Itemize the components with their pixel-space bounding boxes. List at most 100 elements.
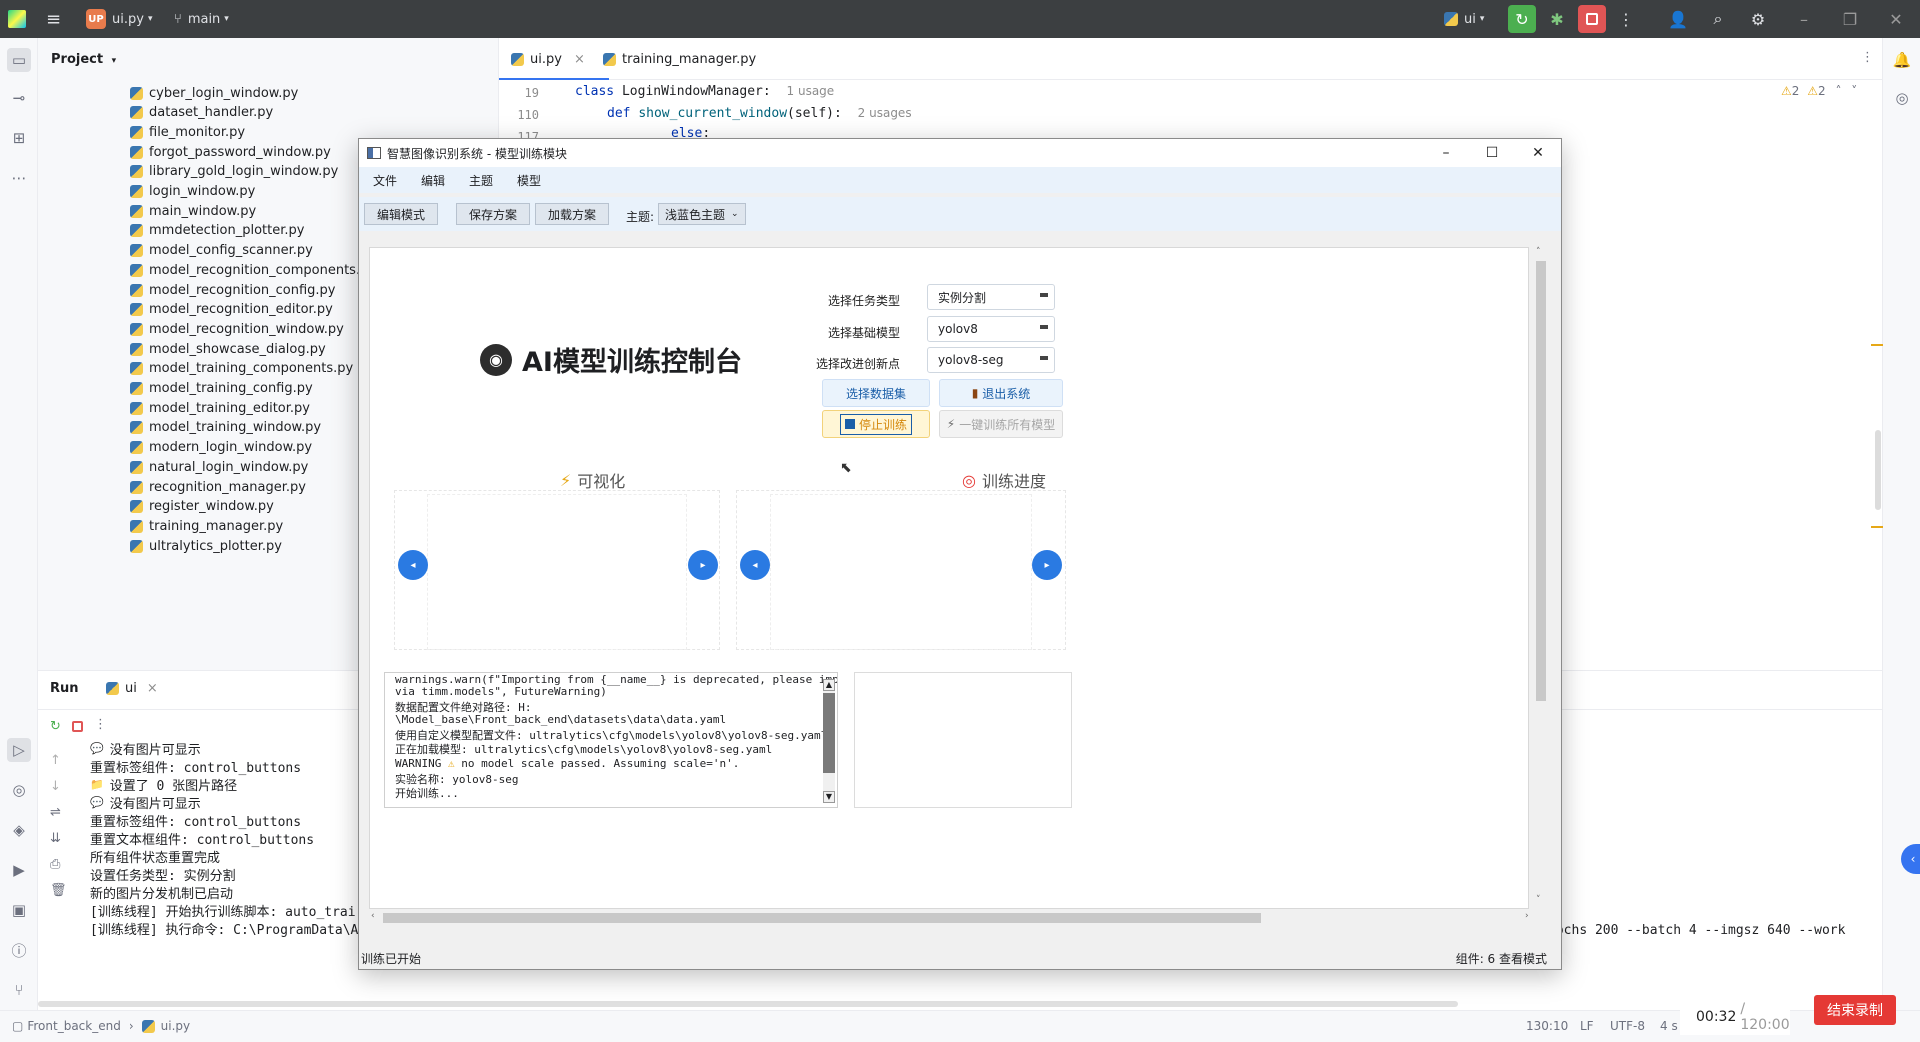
editor-scrollbar[interactable]: [1875, 430, 1881, 510]
file-tree-item[interactable]: library_gold_login_window.py: [130, 161, 338, 183]
breadcrumb-project[interactable]: Front_back_end: [27, 1019, 120, 1033]
services-icon[interactable]: ▶: [7, 858, 31, 882]
usage-hint[interactable]: 1 usage: [787, 84, 835, 98]
save-scheme-button[interactable]: 保存方案: [456, 203, 531, 225]
progress-next-button[interactable]: ▸: [1032, 550, 1062, 580]
theme-select[interactable]: 浅蓝色主题 ⌄: [658, 203, 746, 225]
python-console-icon[interactable]: ◎: [7, 778, 31, 802]
innovation-point-select[interactable]: yolov8-seg: [927, 347, 1055, 373]
canvas-hscroll-thumb[interactable]: [383, 913, 1261, 923]
file-tree-item[interactable]: recognition_manager.py: [130, 476, 306, 498]
exit-system-button[interactable]: ▮ 退出系统: [939, 379, 1063, 407]
breadcrumb-file[interactable]: ui.py: [161, 1019, 190, 1033]
more-vertical-icon[interactable]: ⋮: [94, 717, 107, 732]
file-tree-item[interactable]: forgot_password_window.py: [130, 141, 331, 163]
base-model-select[interactable]: yolov8: [927, 316, 1055, 342]
more-vertical-icon[interactable]: ⋮: [1861, 50, 1874, 65]
chevron-up-icon[interactable]: ˄: [1835, 84, 1841, 98]
run-tool-icon[interactable]: ▷: [7, 738, 31, 762]
scroll-right-icon[interactable]: ›: [1525, 911, 1529, 921]
scroll-down-icon[interactable]: ˅: [1536, 895, 1541, 905]
menu-edit[interactable]: 编辑: [421, 172, 445, 189]
rerun-icon[interactable]: ↻: [1508, 5, 1536, 33]
print-icon[interactable]: ⎙: [50, 857, 60, 872]
git-icon[interactable]: ⑂: [7, 978, 31, 1002]
file-tree-item[interactable]: login_window.py: [130, 181, 255, 203]
edit-mode-button[interactable]: 编辑模式: [364, 203, 439, 225]
debug-icon[interactable]: ✱: [1543, 5, 1571, 33]
close-tab-icon[interactable]: ×: [574, 52, 585, 67]
file-tree-item[interactable]: dataset_handler.py: [130, 102, 273, 124]
training-log[interactable]: warnings.warn(f"Importing from {__name__…: [384, 672, 838, 808]
select-dataset-button[interactable]: 选择数据集: [822, 379, 930, 407]
collapse-panel-icon[interactable]: ‹: [1901, 844, 1920, 874]
canvas-scroll-thumb[interactable]: [1536, 261, 1546, 701]
file-tree-item[interactable]: mmdetection_plotter.py: [130, 220, 304, 242]
stop-training-button[interactable]: 停止训练: [822, 410, 930, 438]
maximize-icon[interactable]: ☐: [1469, 139, 1515, 167]
file-encoding[interactable]: UTF-8: [1610, 1019, 1645, 1033]
inspection-widget[interactable]: ⚠2 ⚠2 ˄ ˅: [1781, 84, 1857, 98]
file-tree-item[interactable]: model_recognition_config.py: [130, 279, 336, 301]
stop-icon[interactable]: [72, 721, 83, 732]
log-scroll-thumb[interactable]: [823, 693, 835, 773]
train-all-button[interactable]: ⚡ 一键训练所有模型: [939, 410, 1063, 438]
commit-icon[interactable]: ⊸: [7, 86, 31, 110]
project-selector[interactable]: UP ui.py ▾: [86, 0, 152, 38]
file-tree-item[interactable]: ultralytics_plotter.py: [130, 535, 282, 557]
search-icon[interactable]: ⌕: [1704, 5, 1732, 33]
problems-icon[interactable]: ⓘ: [7, 938, 31, 962]
stop-icon[interactable]: [1578, 5, 1606, 33]
file-tree-item[interactable]: cyber_login_window.py: [130, 82, 298, 104]
close-icon[interactable]: ✕: [1882, 5, 1910, 33]
trash-icon[interactable]: 🗑: [50, 883, 67, 898]
file-tree-item[interactable]: model_config_scanner.py: [130, 240, 313, 262]
visualize-next-button[interactable]: ▸: [688, 550, 718, 580]
tab-training-manager-py[interactable]: training_manager.py: [603, 38, 756, 80]
gear-icon[interactable]: ⚙: [1744, 5, 1772, 33]
load-scheme-button[interactable]: 加载方案: [535, 203, 610, 225]
chevron-down-icon[interactable]: ˅: [1851, 84, 1857, 98]
file-tree-item[interactable]: model_recognition_editor.py: [130, 299, 333, 321]
terminal-icon[interactable]: ▣: [7, 898, 31, 922]
ai-assistant-icon[interactable]: ◎: [1890, 86, 1914, 110]
menu-model[interactable]: 模型: [517, 172, 541, 189]
restore-icon[interactable]: ❐: [1836, 5, 1864, 33]
code-line[interactable]: class LoginWindowManager: 1 usage: [575, 84, 834, 99]
log-scrollbar[interactable]: ▲ ▼: [823, 679, 835, 803]
caret-position[interactable]: 130:10: [1526, 1019, 1568, 1033]
branch-selector[interactable]: ⑂ main ▾: [174, 0, 229, 38]
progress-prev-button[interactable]: ◂: [740, 550, 770, 580]
folder-icon[interactable]: ▭: [7, 48, 31, 72]
rerun-icon[interactable]: ↻: [50, 719, 61, 734]
scroll-up-icon[interactable]: ▲: [823, 679, 835, 691]
canvas-vertical-scrollbar[interactable]: ˄ ˅: [1534, 247, 1548, 909]
scroll-to-end-icon[interactable]: ⇊: [50, 831, 61, 846]
file-tree-item[interactable]: model_recognition_window.py: [130, 318, 344, 340]
visualize-prev-button[interactable]: ◂: [398, 550, 428, 580]
run-horizontal-scrollbar[interactable]: [38, 1001, 1458, 1007]
scroll-left-icon[interactable]: ‹: [371, 911, 375, 921]
canvas-horizontal-scrollbar[interactable]: ‹ ›: [369, 911, 1539, 925]
main-menu-icon[interactable]: ≡: [46, 0, 61, 38]
file-tree-item[interactable]: register_window.py: [130, 496, 274, 518]
line-separator[interactable]: LF: [1580, 1019, 1594, 1033]
file-tree-item[interactable]: natural_login_window.py: [130, 456, 308, 478]
layers-icon[interactable]: ◈: [7, 818, 31, 842]
menu-file[interactable]: 文件: [373, 172, 397, 189]
stop-recording-button[interactable]: 结束录制: [1814, 995, 1896, 1025]
structure-icon[interactable]: ⊞: [7, 126, 31, 150]
file-tree-item[interactable]: main_window.py: [130, 200, 256, 222]
close-icon[interactable]: ✕: [1515, 139, 1561, 167]
tab-ui-py[interactable]: ui.py ×: [511, 38, 585, 80]
more-horizontal-icon[interactable]: ⋯: [7, 166, 31, 190]
file-tree-item[interactable]: model_training_editor.py: [130, 397, 310, 419]
task-type-select[interactable]: 实例分割: [927, 284, 1055, 310]
scroll-down-icon[interactable]: ▼: [823, 791, 835, 803]
close-tab-icon[interactable]: ×: [147, 681, 158, 696]
file-tree-item[interactable]: model_showcase_dialog.py: [130, 338, 326, 360]
add-user-icon[interactable]: 👤: [1664, 5, 1692, 33]
file-tree-item[interactable]: file_monitor.py: [130, 121, 245, 143]
indent-setting[interactable]: 4 s: [1660, 1019, 1678, 1033]
project-panel-title[interactable]: Project ▾: [51, 52, 116, 67]
